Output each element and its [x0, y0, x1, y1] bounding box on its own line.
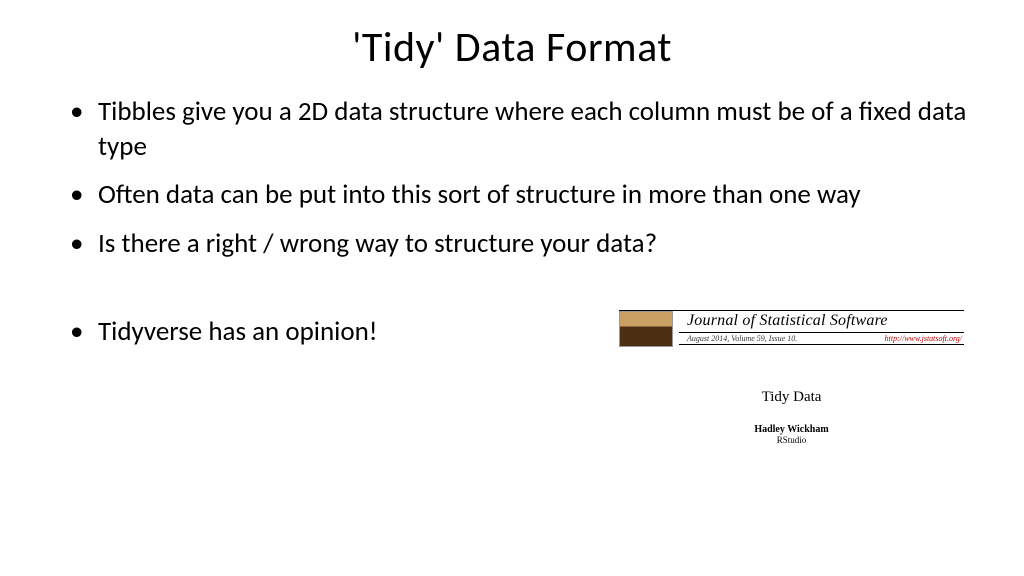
bullet-list: Tibbles give you a 2D data structure whe…: [70, 95, 974, 261]
bullet-item: Often data can be put into this sort of …: [70, 178, 974, 213]
paper-journal-name: Journal of Statistical Software: [679, 311, 964, 333]
paper-thumbnail-image: [619, 311, 673, 347]
paper-reference: Journal of Statistical Software August 2…: [619, 310, 964, 445]
paper-header: Journal of Statistical Software August 2…: [619, 310, 964, 347]
paper-article-block: Tidy Data Hadley Wickham RStudio: [619, 389, 964, 445]
bullet-item: Tibbles give you a 2D data structure whe…: [70, 95, 974, 164]
paper-affiliation: RStudio: [619, 435, 964, 445]
bullet-item: Is there a right / wrong way to structur…: [70, 227, 974, 262]
slide-title: 'Tidy' Data Format: [0, 0, 1024, 85]
paper-article-title: Tidy Data: [619, 389, 964, 406]
paper-author: Hadley Wickham: [619, 424, 964, 435]
paper-url: http://www.jstatsoft.org/: [885, 334, 962, 343]
slide: 'Tidy' Data Format Tibbles give you a 2D…: [0, 0, 1024, 576]
paper-meta-row: August 2014, Volume 59, Issue 10. http:/…: [679, 333, 964, 345]
paper-issue: August 2014, Volume 59, Issue 10.: [687, 334, 797, 343]
paper-title-block: Journal of Statistical Software August 2…: [673, 311, 964, 347]
